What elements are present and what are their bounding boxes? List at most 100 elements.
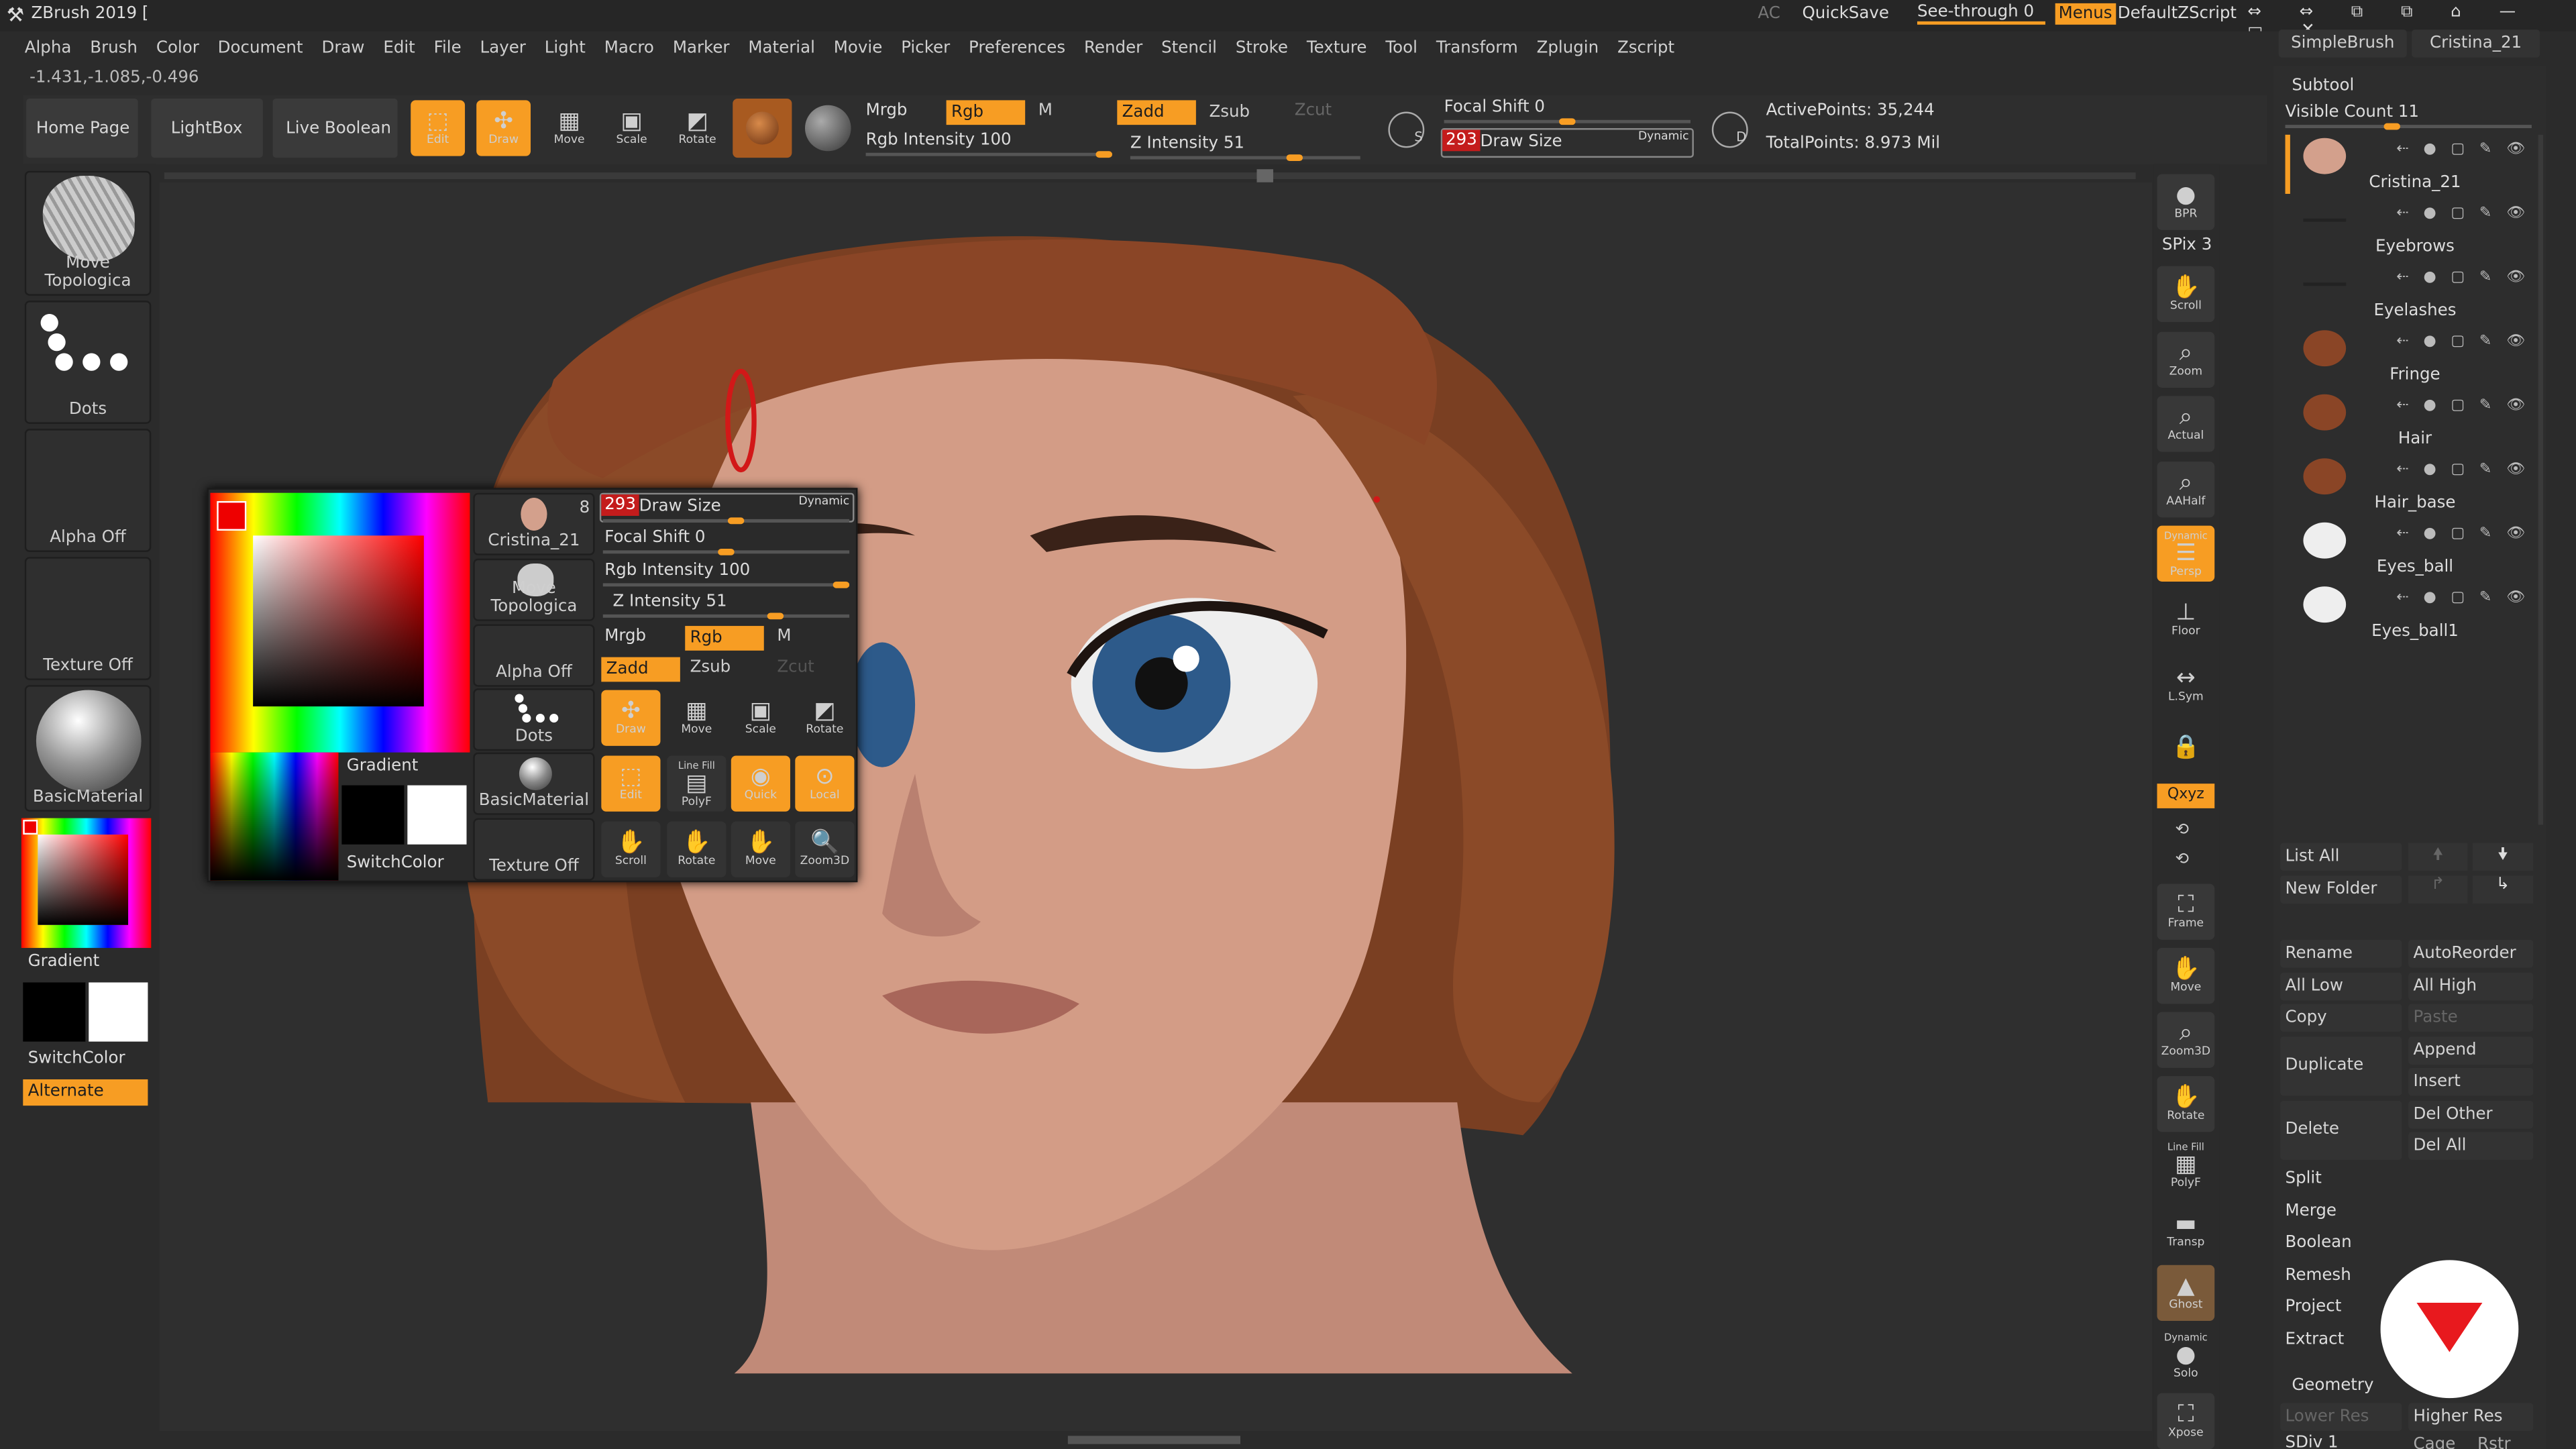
frame-button[interactable]: ⛶ Frame — [2157, 883, 2215, 940]
cage-button[interactable]: Cage — [2414, 1436, 2456, 1449]
lock-button[interactable]: 🔒 — [2157, 723, 2215, 772]
move-down-button[interactable]: 🠟 — [2472, 843, 2534, 871]
delete-button[interactable]: Delete — [2280, 1100, 2402, 1160]
all-low-button[interactable]: All Low — [2280, 972, 2402, 1001]
gradient-label[interactable]: Gradient — [28, 953, 100, 971]
spix-slider[interactable]: SPix 3 — [2162, 237, 2212, 255]
rename-button[interactable]: Rename — [2280, 939, 2402, 968]
menu-item[interactable]: Brush — [90, 39, 138, 57]
duplicate-button[interactable]: Duplicate — [2280, 1036, 2402, 1096]
popup-rotate-button[interactable]: ◩ Rotate — [795, 690, 854, 746]
popup-m-button[interactable]: M — [777, 628, 791, 646]
project-section[interactable]: Project — [2286, 1298, 2342, 1316]
popup-rgb-intensity[interactable]: Rgb Intensity 100 — [604, 562, 750, 580]
menus-toggle[interactable]: Menus — [2055, 3, 2116, 25]
menu-item[interactable]: Preferences — [969, 39, 1065, 57]
lower-res-button[interactable]: Lower Res — [2280, 1403, 2402, 1432]
secondary-color-white[interactable] — [89, 982, 148, 1042]
append-button[interactable]: Append — [2408, 1036, 2534, 1065]
menu-item[interactable]: Transform — [1436, 39, 1518, 57]
higher-res-button[interactable]: Higher Res — [2408, 1403, 2534, 1432]
switch-color-button[interactable]: SwitchColor — [28, 1050, 125, 1068]
popup-brush-thumb[interactable]: Move Topologica — [473, 558, 595, 621]
rgb-intensity-track[interactable] — [865, 151, 1112, 158]
popup-stroke-thumb[interactable]: ● ● ● ● ● Dots — [473, 688, 595, 751]
edit-mode-button[interactable]: ⬚ Edit — [411, 100, 466, 156]
bpr-button[interactable]: ● BPR — [2157, 174, 2215, 230]
stroke-selector[interactable]: ● ● ● ● ● Dots — [24, 301, 152, 424]
ghost-button[interactable]: ▲ Ghost — [2157, 1265, 2215, 1321]
popup-z-intensity-track[interactable] — [602, 612, 850, 620]
menu-item[interactable]: Movie — [834, 39, 883, 57]
popup-polyf-button[interactable]: Line Fill ▤ PolyF — [667, 755, 727, 812]
alternate-button[interactable]: Alternate — [23, 1079, 148, 1106]
rstr-button[interactable]: Rstr — [2477, 1436, 2510, 1449]
popup-zcut-button[interactable]: Zcut — [777, 659, 814, 677]
menu-item[interactable]: Render — [1084, 39, 1142, 57]
simple-brush-tool[interactable]: SimpleBrush — [2278, 30, 2407, 58]
subtool-row[interactable]: ⇠ ● ▢ ✎ 👁 Hair_base — [2290, 451, 2540, 516]
visible-count-slider[interactable]: Visible Count 11 — [2286, 103, 2419, 121]
all-high-button[interactable]: All High — [2408, 972, 2534, 1001]
popup-color-square[interactable] — [253, 535, 424, 707]
solo-button[interactable]: Dynamic ● Solo — [2157, 1328, 2215, 1383]
menu-item[interactable]: File — [434, 39, 462, 57]
popup-material-thumb[interactable]: BasicMaterial — [473, 752, 595, 815]
rotate-mode-button[interactable]: ◩ Rotate — [670, 100, 724, 156]
subtool-visibility-icon[interactable]: ⇠ ● ▢ ✎ 👁 — [2396, 398, 2530, 414]
popup-draw-button[interactable]: ✣ Draw — [601, 690, 661, 746]
scroll-button[interactable]: ✋ Scroll — [2157, 266, 2215, 323]
popup-zsub-button[interactable]: Zsub — [690, 659, 731, 677]
subtool-row[interactable]: ⇠ ● ▢ ✎ 👁 Fringe — [2290, 323, 2540, 388]
insert-button[interactable]: Insert — [2408, 1067, 2534, 1096]
script-name[interactable]: DefaultZScript — [2118, 5, 2237, 23]
menu-item[interactable]: Document — [218, 39, 303, 57]
menu-item[interactable]: Marker — [673, 39, 730, 57]
live-boolean-button[interactable]: Live Boolean — [272, 98, 398, 158]
draw-mode-button[interactable]: ✣ Draw — [476, 100, 531, 156]
subtool-visibility-icon[interactable]: ⇠ ● ▢ ✎ 👁 — [2396, 142, 2530, 158]
see-through-slider[interactable]: See-through 0 — [1917, 3, 2045, 25]
menu-item[interactable]: Zscript — [1617, 39, 1674, 57]
geometry-header[interactable]: Geometry — [2292, 1377, 2373, 1395]
popup-scroll-button[interactable]: ✋ Scroll — [601, 821, 661, 877]
rotate-axis-icons[interactable]: ⟲ ⟲ — [2175, 816, 2189, 875]
zcut-button[interactable]: Zcut — [1295, 102, 1332, 120]
menu-item[interactable]: Light — [545, 39, 586, 57]
popup-draw-size-track[interactable] — [602, 517, 850, 525]
zadd-button[interactable]: Zadd — [1117, 100, 1196, 125]
subtool-row[interactable]: ⇠ ● ▢ ✎ 👁 Hair — [2290, 388, 2540, 452]
popup-edit-button[interactable]: ⬚ Edit — [601, 755, 661, 812]
copy-button[interactable]: Copy — [2280, 1004, 2402, 1032]
subtool-row[interactable]: ⇠ ● ▢ ✎ 👁 Cristina_21 — [2290, 131, 2540, 196]
popup-hue-spectrum[interactable] — [210, 752, 339, 881]
material-selector[interactable]: BasicMaterial — [24, 685, 152, 812]
rotate-view-button[interactable]: ✋ Rotate — [2157, 1076, 2215, 1132]
del-other-button[interactable]: Del Other — [2408, 1100, 2534, 1129]
subtool-row[interactable]: ⇠ ● ▢ ✎ 👁 Eyebrows — [2290, 195, 2540, 260]
menu-item[interactable]: Picker — [901, 39, 950, 57]
shelf-scroll-thumb[interactable] — [1256, 169, 1273, 182]
popup-rotate2-button[interactable]: ✋ Rotate — [667, 821, 727, 877]
subtool-visibility-icon[interactable]: ⇠ ● ▢ ✎ 👁 — [2396, 270, 2530, 286]
del-all-button[interactable]: Del All — [2408, 1132, 2534, 1160]
menu-item[interactable]: Tool — [1385, 39, 1417, 57]
popup-move2-button[interactable]: ✋ Move — [731, 821, 790, 877]
menu-item[interactable]: Zplugin — [1537, 39, 1599, 57]
subtool-scrollbar[interactable] — [2538, 134, 2544, 825]
popup-rgb-intensity-track[interactable] — [602, 581, 850, 588]
subtool-visibility-icon[interactable]: ⇠ ● ▢ ✎ 👁 — [2396, 462, 2530, 478]
subtool-row[interactable]: ⇠ ● ▢ ✎ 👁 Eyes_ball1 — [2290, 580, 2540, 644]
popup-rgb-button[interactable]: Rgb — [685, 626, 764, 651]
sdiv-slider[interactable]: SDiv 1 — [2286, 1434, 2339, 1449]
popup-alpha-thumb[interactable]: Alpha Off — [473, 624, 595, 687]
menu-item[interactable]: Texture — [1307, 39, 1367, 57]
visible-count-track[interactable] — [2285, 123, 2532, 130]
popup-texture-thumb[interactable]: Texture Off — [473, 818, 595, 881]
subtool-visibility-icon[interactable]: ⇠ ● ▢ ✎ 👁 — [2396, 590, 2530, 606]
mrgb-button[interactable]: Mrgb — [866, 102, 908, 120]
primary-color-black[interactable] — [23, 982, 86, 1042]
draw-size-icon[interactable]: D — [1711, 111, 1748, 148]
z-intensity-track[interactable] — [1130, 154, 1360, 162]
menu-item[interactable]: Stroke — [1236, 39, 1288, 57]
